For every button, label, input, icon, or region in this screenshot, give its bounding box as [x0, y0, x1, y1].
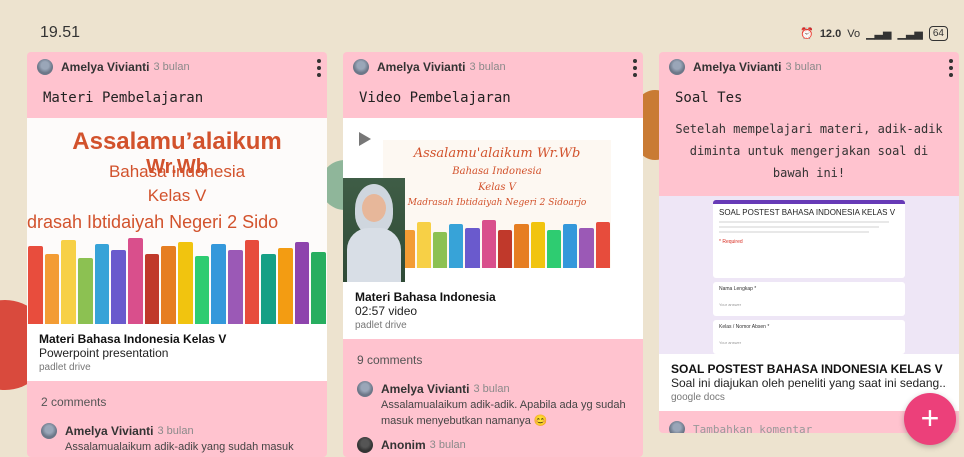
comment-author: Amelya Vivianti — [65, 424, 154, 438]
slide-line: Kelas V — [147, 186, 207, 205]
form-field: Nama Lengkap * Your answer — [713, 282, 905, 316]
add-comment-placeholder: Tambahkan komentar — [693, 422, 813, 434]
post-card[interactable]: Amelya Vivianti 3 bulan Soal Tes Setelah… — [659, 52, 959, 433]
post-title: Materi Pembelajaran — [43, 90, 204, 106]
form-field: Kelas / Nomor Absen * Your answer — [713, 320, 905, 354]
post-author: Amelya Vivianti — [693, 60, 782, 74]
attachment-source: google docs — [671, 392, 725, 403]
more-options-icon[interactable] — [317, 59, 321, 77]
post-card[interactable]: Amelya Vivianti 3 bulan Materi Pembelaja… — [27, 52, 327, 457]
avatar — [669, 421, 685, 433]
form-preview[interactable]: SOAL POSTEST BAHASA INDONESIA KELAS V * … — [659, 196, 959, 354]
form-field-label: Nama Lengkap * — [719, 286, 757, 292]
avatar — [357, 381, 373, 397]
post-header: Amelya Vivianti 3 bulan — [343, 52, 643, 82]
comments-count[interactable]: 9 comments — [343, 339, 643, 377]
network-speed: 12.0 — [819, 27, 842, 40]
comment-author: Amelya Vivianti — [381, 382, 470, 396]
slide-line: Bahasa Indonesia — [108, 162, 246, 181]
anonymous-avatar — [357, 437, 373, 453]
signal-icon: ▁▃▅ — [866, 28, 892, 40]
pencil-illustration — [383, 218, 611, 268]
post-author: Amelya Vivianti — [377, 60, 466, 74]
attachment-source: padlet drive — [39, 362, 91, 373]
comment-text: Assalamualaikum adik-adik yang sudah mas… — [65, 441, 294, 453]
comment-time: 3 bulan — [473, 383, 510, 395]
attachment-info[interactable]: Materi Bahasa Indonesia 02:57 video padl… — [343, 282, 643, 339]
attachment-subtitle: 02:57 video — [355, 304, 418, 318]
comment-author: Anonim — [381, 438, 426, 452]
comment: Amelya Vivianti 3 bulan Assalamualaikum … — [343, 377, 643, 433]
comment: Anonim 3 bulan — [343, 433, 643, 457]
attachment-subtitle: Soal ini diajukan oleh peneliti yang saa… — [671, 376, 947, 390]
post-card[interactable]: Amelya Vivianti 3 bulan Video Pembelajar… — [343, 52, 643, 457]
avatar — [41, 423, 57, 439]
attachment-info[interactable]: Materi Bahasa Indonesia Kelas V Powerpoi… — [27, 324, 327, 381]
slide-line: Bahasa Indonesia — [452, 166, 542, 177]
video-thumbnail[interactable]: Assalamu'alaikum Wr.Wb Bahasa Indonesia … — [343, 118, 643, 282]
more-options-icon[interactable] — [633, 59, 637, 77]
play-icon[interactable] — [359, 132, 371, 146]
presenter-video — [343, 178, 405, 282]
post-title: Video Pembelajaran — [359, 90, 511, 106]
post-body: Setelah mempelajari materi, adik-adik di… — [675, 122, 943, 180]
post-title: Soal Tes — [675, 90, 743, 106]
form-field-label: Kelas / Nomor Absen * — [719, 324, 770, 330]
attachment-subtitle: Powerpoint presentation — [39, 346, 169, 360]
pencil-illustration — [27, 234, 327, 324]
status-icons: ⏰ 12.0 Vo ▁▃▅ ▁▃▅ 64 — [800, 26, 948, 41]
post-header: Amelya Vivianti 3 bulan — [27, 52, 327, 82]
attachment-title: Materi Bahasa Indonesia — [355, 290, 496, 304]
form-title: SOAL POSTEST BAHASA INDONESIA KELAS V — [719, 208, 896, 217]
add-post-button[interactable]: + — [904, 393, 956, 445]
battery-icon: 64 — [928, 26, 948, 41]
attachment-source: padlet drive — [355, 320, 407, 331]
presentation-thumbnail[interactable]: Assalamu’alaikum Wr.Wb Bahasa Indonesia … — [27, 118, 327, 324]
slide-line: adrasah Ibtidaiyah Negeri 2 Sido — [27, 212, 279, 232]
signal-icon-2: ▁▃▅ — [897, 28, 923, 40]
form-field-hint: Your answer — [719, 302, 742, 307]
alarm-icon: ⏰ — [800, 28, 814, 40]
attachment-title: SOAL POSTEST BAHASA INDONESIA KELAS V — [671, 362, 943, 376]
avatar — [669, 59, 685, 75]
form-field-hint: Your answer — [719, 340, 742, 345]
attachment-title: Materi Bahasa Indonesia Kelas V — [39, 332, 227, 346]
slide-line: Assalamu'alaikum Wr.Wb — [413, 146, 581, 161]
form-required: * Required — [719, 239, 743, 245]
comment-time: 3 bulan — [429, 439, 466, 451]
avatar — [353, 59, 369, 75]
post-time: 3 bulan — [469, 61, 506, 73]
comments-count[interactable]: 2 comments — [27, 381, 327, 419]
status-bar: 19.51 ⏰ 12.0 Vo ▁▃▅ ▁▃▅ 64 — [0, 0, 964, 50]
slide-line: Assalamu’alaikum — [72, 128, 282, 155]
slide-line: Kelas V — [478, 182, 516, 193]
comment-time: 3 bulan — [157, 425, 194, 437]
comment-text: Assalamualaikum adik-adik. Apabila ada y… — [381, 399, 626, 427]
post-header: Amelya Vivianti 3 bulan — [659, 52, 959, 82]
post-time: 3 bulan — [153, 61, 190, 73]
status-time: 19.51 — [40, 24, 81, 41]
avatar — [37, 59, 53, 75]
form-header-box: SOAL POSTEST BAHASA INDONESIA KELAS V * … — [713, 200, 905, 278]
post-time: 3 bulan — [785, 61, 822, 73]
video-frame: Assalamu'alaikum Wr.Wb Bahasa Indonesia … — [383, 140, 611, 268]
comment: Amelya Vivianti 3 bulan Assalamualaikum … — [27, 419, 327, 457]
post-author: Amelya Vivianti — [61, 60, 150, 74]
slide-line: Madrasah Ibtidaiyah Negeri 2 Sidoarjo — [407, 198, 587, 208]
volte-icon: Vo — [847, 27, 861, 40]
more-options-icon[interactable] — [949, 59, 953, 77]
